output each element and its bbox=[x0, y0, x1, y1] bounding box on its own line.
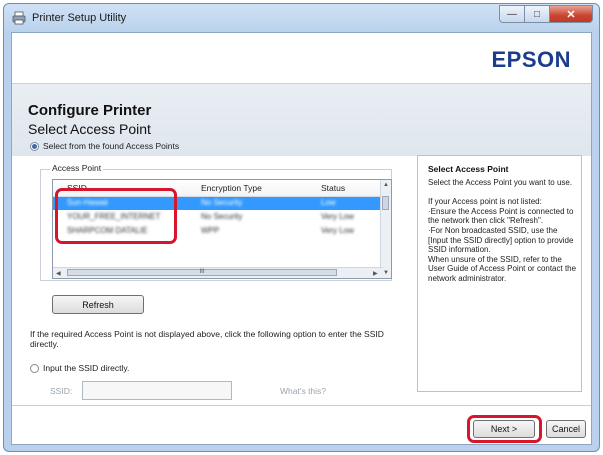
vertical-scroll-thumb[interactable] bbox=[382, 196, 389, 210]
cell-status: Very Low bbox=[321, 212, 354, 221]
maximize-button[interactable]: □ bbox=[525, 5, 550, 23]
radio-input-ssid-directly[interactable] bbox=[30, 364, 39, 373]
scroll-up-icon[interactable]: ▲ bbox=[383, 182, 389, 188]
help-panel: Select Access Point Select the Access Po… bbox=[417, 155, 582, 392]
maximize-icon: □ bbox=[533, 8, 541, 20]
minimize-button[interactable]: — bbox=[499, 5, 525, 23]
epson-logo: EPSON bbox=[491, 47, 571, 72]
footer-divider bbox=[12, 405, 591, 406]
cell-encryption: No Security bbox=[201, 198, 243, 207]
minimize-icon: — bbox=[507, 8, 517, 20]
scroll-left-icon[interactable]: ◀ bbox=[56, 270, 61, 277]
whats-this-link[interactable]: What's this? bbox=[280, 386, 326, 396]
cancel-button-label: Cancel bbox=[551, 424, 580, 434]
ssid-field-label: SSID: bbox=[50, 386, 73, 396]
ssid-input[interactable] bbox=[82, 381, 232, 400]
section-title: Select Access Point bbox=[28, 121, 151, 137]
page-title: Configure Printer bbox=[28, 102, 152, 119]
printer-icon bbox=[12, 11, 26, 25]
app-window: Printer Setup Utility — □ ✕ EPSON Config… bbox=[3, 3, 600, 452]
highlight-access-point-selection bbox=[55, 188, 177, 244]
scroll-grip: III bbox=[199, 269, 205, 275]
cancel-button[interactable]: Cancel bbox=[546, 420, 586, 438]
scroll-down-icon[interactable]: ▼ bbox=[383, 270, 389, 276]
refresh-button[interactable]: Refresh bbox=[52, 295, 144, 314]
access-point-group-label: Access Point bbox=[50, 163, 104, 173]
refresh-button-label: Refresh bbox=[82, 299, 114, 310]
help-panel-text: Select the Access Point you want to use.… bbox=[428, 178, 577, 283]
close-button[interactable]: ✕ bbox=[550, 5, 593, 23]
close-icon: ✕ bbox=[566, 8, 576, 21]
highlight-next-button bbox=[467, 415, 542, 443]
column-status[interactable]: Status bbox=[321, 183, 345, 193]
logo-band: EPSON bbox=[12, 33, 591, 83]
window-title: Printer Setup Utility bbox=[32, 12, 127, 24]
radio-found-access-points[interactable] bbox=[30, 142, 39, 151]
radio-input-ssid-label[interactable]: Input the SSID directly. bbox=[43, 363, 129, 373]
cell-status: Very Low bbox=[321, 226, 354, 235]
horizontal-scroll-thumb[interactable]: III bbox=[67, 269, 337, 276]
column-encryption-type[interactable]: Encryption Type bbox=[201, 183, 262, 193]
scroll-right-icon[interactable]: ▶ bbox=[373, 270, 378, 277]
cell-status: Low bbox=[321, 198, 336, 207]
help-panel-title: Select Access Point bbox=[428, 164, 509, 174]
horizontal-scrollbar[interactable]: ◀ III ▶ bbox=[53, 267, 383, 278]
radio-found-label[interactable]: Select from the found Access Points bbox=[43, 141, 179, 151]
vertical-scrollbar[interactable]: ▲ ▼ bbox=[380, 180, 391, 278]
info-text: If the required Access Point is not disp… bbox=[30, 329, 384, 349]
dialog-content: EPSON Configure Printer Select Access Po… bbox=[11, 32, 592, 445]
title-bar[interactable]: Printer Setup Utility — □ ✕ bbox=[4, 4, 599, 32]
cell-encryption: WPP bbox=[201, 226, 220, 235]
cell-encryption: No Security bbox=[201, 212, 243, 221]
